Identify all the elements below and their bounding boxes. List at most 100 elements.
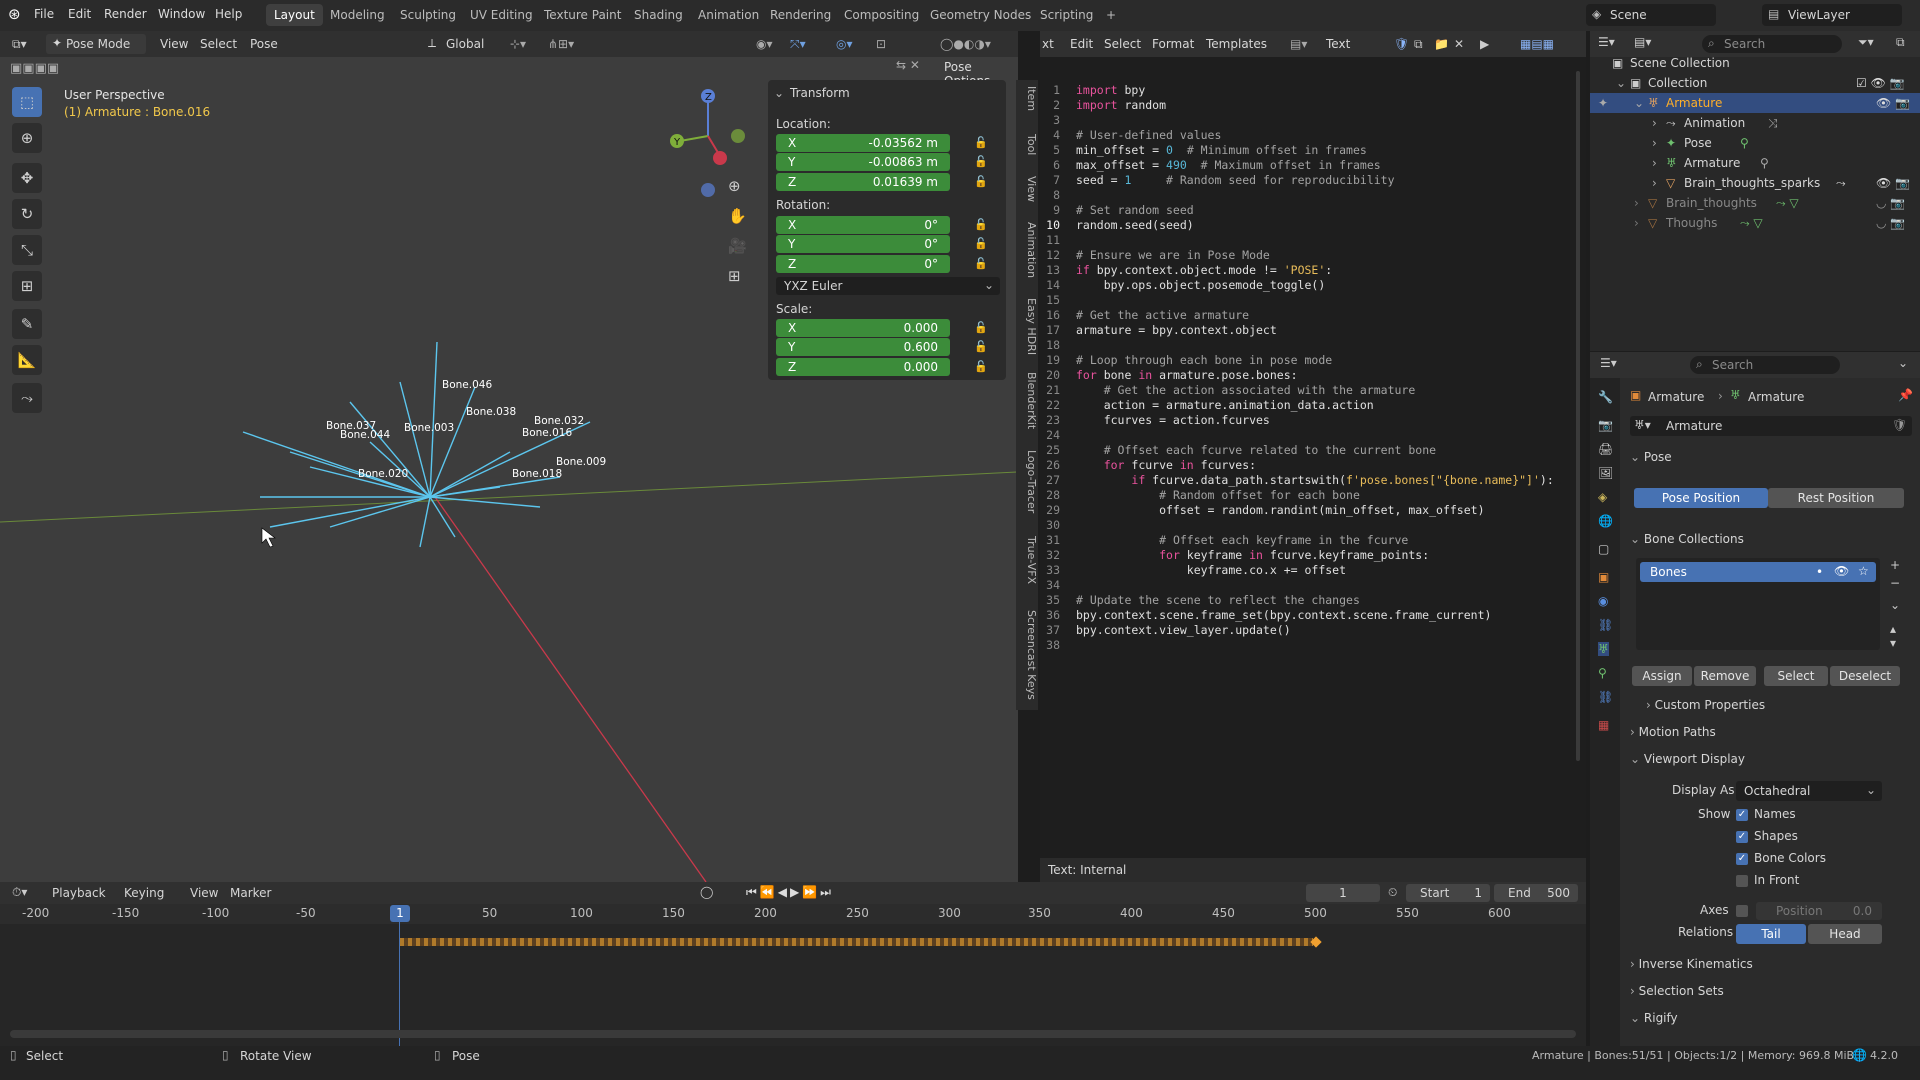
menu-select[interactable]: Select: [1104, 34, 1141, 54]
blender-logo-icon[interactable]: ⊛: [8, 5, 21, 23]
outliner-row[interactable]: › ✦ Pose ⚲: [1590, 133, 1920, 153]
add-workspace-button[interactable]: +: [1098, 4, 1124, 26]
chevron-right-icon[interactable]: ›: [1634, 213, 1639, 233]
solo-dot-icon[interactable]: •: [1816, 565, 1823, 579]
xray-icon[interactable]: ⊡: [876, 34, 886, 54]
output-tab-icon[interactable]: 🖨: [1598, 442, 1613, 456]
collapse-icon[interactable]: ⌄: [774, 86, 784, 100]
bone-constraint-tab-icon[interactable]: ⛓: [1598, 690, 1613, 704]
end-frame-field[interactable]: End 500: [1494, 884, 1578, 902]
auto-key-icon[interactable]: ◯: [700, 885, 713, 899]
outliner-search-input[interactable]: ⌕ Search: [1702, 35, 1842, 53]
object-tab-icon[interactable]: ▣: [1598, 570, 1609, 584]
tab-texture-paint[interactable]: Texture Paint: [536, 4, 629, 26]
hidden-eye-icon[interactable]: ◡ 📷: [1876, 213, 1905, 233]
shapes-checkbox[interactable]: ✓: [1736, 831, 1748, 843]
menu-templates[interactable]: Templates: [1206, 34, 1267, 54]
select-button[interactable]: Select: [1764, 666, 1828, 686]
text-datablock-icon[interactable]: ▤▾: [1290, 34, 1307, 54]
pin-icon[interactable]: 📌: [1898, 388, 1913, 402]
pan-hand-icon[interactable]: ✋: [728, 207, 747, 225]
scale-y-field[interactable]: Y 0.600: [776, 338, 950, 356]
code-area[interactable]: 1 import bpy 2 import random 3 4 # User-def…: [1040, 57, 1586, 857]
tab-modeling[interactable]: Modeling: [322, 4, 393, 26]
sidetab-logo-tracer[interactable]: Logo-Tracer: [1018, 450, 1038, 513]
editor-type-icon[interactable]: ⏱▾: [12, 885, 27, 900]
menu-select[interactable]: Select: [200, 34, 237, 54]
horizontal-scrollbar[interactable]: [10, 1030, 1576, 1038]
scrollbar[interactable]: [1576, 71, 1582, 771]
frame-ruler[interactable]: -200 -150 -100 -50 50 100 150 200 250 30…: [0, 904, 1586, 924]
tab-shading[interactable]: Shading: [626, 4, 691, 26]
shading-icons[interactable]: ◯●◐◑▾: [940, 34, 991, 54]
armature-data-tab-icon[interactable]: ♅: [1598, 642, 1609, 656]
display-as-dropdown[interactable]: Octahedral ⌄: [1736, 781, 1882, 801]
overlays-icon[interactable]: ◎▾: [836, 34, 853, 54]
tab-scripting[interactable]: Scripting: [1032, 4, 1101, 26]
mode-selector[interactable]: ✦ Pose Mode: [46, 34, 146, 54]
deselect-button[interactable]: Deselect: [1830, 666, 1900, 686]
physics-tab-icon[interactable]: ◉: [1598, 594, 1608, 608]
chevron-down-icon[interactable]: ⌄: [1890, 598, 1900, 612]
sidetab-item[interactable]: Item: [1018, 86, 1038, 111]
lock-icon[interactable]: 🔓: [974, 237, 988, 251]
menu-edit[interactable]: Edit: [68, 7, 91, 21]
tab-uv-editing[interactable]: UV Editing: [462, 4, 541, 26]
scale-z-field[interactable]: Z 0.000: [776, 358, 950, 376]
tab-compositing[interactable]: Compositing: [836, 4, 927, 26]
menu-view[interactable]: View: [160, 34, 188, 54]
menu-pose[interactable]: Pose: [250, 34, 278, 54]
unlink-text-icon[interactable]: ✕: [1454, 34, 1464, 54]
texture-tab-icon[interactable]: ▦: [1598, 718, 1609, 732]
rotation-x-field[interactable]: X 0°: [776, 216, 950, 234]
sidetab-view[interactable]: View: [1018, 176, 1038, 202]
scene-selector[interactable]: ◈ Scene: [1586, 4, 1716, 26]
chevron-right-icon[interactable]: ›: [1634, 193, 1639, 213]
list-item[interactable]: Bones • 👁 ☆: [1640, 562, 1876, 582]
bone-colors-checkbox[interactable]: ✓: [1736, 853, 1748, 865]
text-name[interactable]: Text: [1326, 34, 1350, 54]
grid-ortho-icon[interactable]: ⊞: [728, 267, 741, 285]
chevron-right-icon[interactable]: ›: [1652, 133, 1657, 153]
location-y-field[interactable]: Y -0.00863 m: [776, 153, 950, 171]
checkbox-icon[interactable]: ☑ 👁 📷: [1856, 73, 1905, 93]
fake-user-icon[interactable]: 🛡: [1892, 418, 1907, 432]
location-z-field[interactable]: Z 0.01639 m: [776, 173, 950, 191]
axes-position-field[interactable]: Position 0.0: [1756, 902, 1882, 920]
lock-icon[interactable]: 🔓: [974, 175, 988, 189]
pose-options-icon[interactable]: ⇆ ✕: [896, 58, 920, 72]
axes-checkbox[interactable]: [1736, 905, 1748, 917]
chevron-right-icon[interactable]: ›: [1652, 173, 1657, 193]
start-frame-field[interactable]: Start 1: [1406, 884, 1490, 902]
menu-window[interactable]: Window: [158, 7, 205, 21]
eye-icon[interactable]: 👁 📷: [1876, 173, 1910, 193]
bone-tab-icon[interactable]: ⚲: [1598, 666, 1607, 680]
rest-position-button[interactable]: Rest Position: [1768, 488, 1904, 508]
add-icon[interactable]: +: [1890, 558, 1900, 572]
outliner-row[interactable]: › ▽ Brain_thoughts_sparks ⤳ 👁 📷: [1590, 173, 1920, 193]
tab-animation[interactable]: Animation: [690, 4, 767, 26]
menu-marker[interactable]: Marker: [230, 886, 271, 900]
outliner-row-selected[interactable]: ✦ ⌄ ♅ Armature 👁 📷: [1590, 93, 1920, 113]
open-text-icon[interactable]: 📁: [1434, 34, 1449, 54]
lock-icon[interactable]: 🔓: [974, 257, 988, 271]
gizmo-icon[interactable]: ⤧▾: [790, 34, 806, 54]
keyframe-summary[interactable]: [400, 938, 1313, 946]
playback-controls-icon[interactable]: ⏮⏪◀▶⏩⏭: [746, 885, 834, 900]
rigify-header[interactable]: ⌄ Rigify: [1630, 1007, 1920, 1029]
new-collection-icon[interactable]: ⧉: [1896, 35, 1905, 50]
sidetab-blenderkit[interactable]: BlenderKit: [1018, 372, 1038, 429]
menu-help[interactable]: Help: [215, 7, 242, 21]
tab-layout[interactable]: Layout: [266, 4, 323, 26]
sidetab-animation[interactable]: Animation: [1018, 222, 1038, 278]
fake-user-icon[interactable]: 🛡: [1394, 34, 1409, 54]
lock-icon[interactable]: 🔓: [974, 340, 988, 354]
properties-search-input[interactable]: ⌕ Search: [1690, 356, 1840, 374]
outliner-row[interactable]: ⌄ ▣ Collection ☑ 👁 📷: [1590, 73, 1920, 93]
tab-rendering[interactable]: Rendering: [762, 4, 839, 26]
move-down-icon[interactable]: ▾: [1890, 636, 1896, 650]
hidden-eye-icon[interactable]: ◡ 📷: [1876, 193, 1905, 213]
menu-file[interactable]: File: [34, 7, 54, 21]
sidetab-screencast-keys[interactable]: Screencast Keys: [1018, 610, 1038, 700]
pose-position-button[interactable]: Pose Position: [1634, 488, 1768, 508]
